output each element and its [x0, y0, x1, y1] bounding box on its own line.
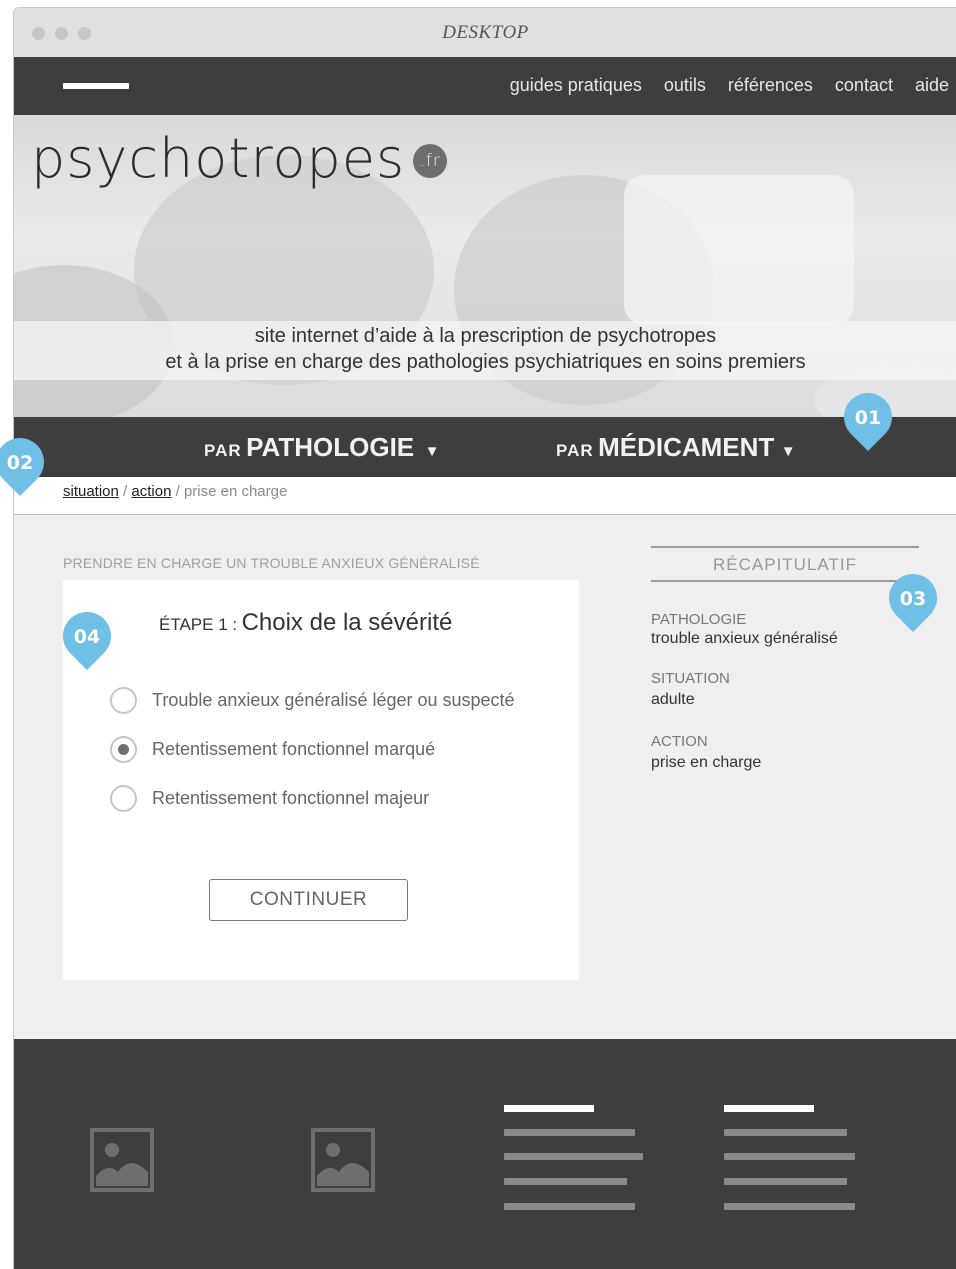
option-label: Trouble anxieux généralisé léger ou susp…: [152, 690, 515, 710]
footer-text-line: [724, 1153, 855, 1160]
recap-title: RÉCAPITULATIF: [713, 555, 857, 574]
footer-text-line: [504, 1129, 635, 1136]
category-prefix: PAR: [204, 441, 242, 460]
category-label: MÉDICAMENT: [598, 432, 775, 462]
footer-column-title: [724, 1105, 814, 1112]
recap-key-action: ACTION: [651, 733, 708, 750]
tagline: site internet d’aide à la prescription d…: [14, 323, 956, 375]
site-logo[interactable]: psychotropes .fr: [31, 127, 448, 190]
footer-text-line: [724, 1178, 847, 1185]
tagline-line-1: site internet d’aide à la prescription d…: [254, 325, 717, 347]
image-placeholder-icon: [90, 1128, 154, 1192]
continue-button[interactable]: CONTINUER: [209, 879, 408, 921]
breadcrumb-action[interactable]: action: [131, 483, 171, 500]
chevron-down-icon: ▼: [780, 443, 796, 460]
radio-button[interactable]: [110, 785, 137, 812]
category-navigation: PAR PATHOLOGIE ▼ PAR MÉDICAMENT ▼: [14, 417, 956, 477]
footer-text-line: [504, 1153, 643, 1160]
footer-text-line: [724, 1129, 847, 1136]
hero-banner: psychotropes .fr site internet d’aide à …: [14, 115, 956, 417]
footer-text-line: [504, 1178, 627, 1185]
section-title: PRENDRE EN CHARGE UN TROUBLE ANXIEUX GÉN…: [63, 555, 480, 571]
nav-link-outils[interactable]: outils: [664, 75, 706, 96]
annotation-label-01: 01: [854, 407, 882, 429]
tagline-line-2: et à la prise en charge des pathologies …: [165, 351, 806, 373]
annotation-label-02: 02: [6, 452, 34, 474]
recap-header: RÉCAPITULATIF: [651, 546, 919, 582]
window-titlebar: DESKTOP: [14, 8, 956, 57]
nav-link-contact[interactable]: contact: [835, 75, 893, 96]
recap-key-pathologie: PATHOLOGIE: [651, 611, 747, 628]
breadcrumb-separator: /: [123, 483, 128, 500]
footer-column-title: [504, 1105, 594, 1112]
annotation-label-04: 04: [73, 626, 101, 648]
radio-button-selected[interactable]: [110, 736, 137, 763]
severity-option-leger[interactable]: Trouble anxieux généralisé léger ou susp…: [110, 687, 515, 714]
severity-option-majeur[interactable]: Retentissement fonctionnel majeur: [110, 785, 429, 812]
category-prefix: PAR: [556, 441, 594, 460]
breadcrumb-current: prise en charge: [183, 483, 288, 500]
recap-value-pathologie: trouble anxieux généralisé: [651, 630, 838, 647]
severity-option-marque[interactable]: Retentissement fonctionnel marqué: [110, 736, 435, 763]
step-label: ÉTAPE 1 :: [159, 615, 238, 634]
browser-window: DESKTOP guides pratiques outils référenc…: [13, 7, 956, 1269]
top-navigation: guides pratiques outils références conta…: [14, 57, 956, 115]
image-placeholder-icon: [311, 1128, 375, 1192]
menu-icon[interactable]: [63, 83, 129, 89]
footer-text-line: [724, 1203, 855, 1210]
breadcrumb: situation / action / prise en charge: [63, 483, 287, 500]
option-label: Retentissement fonctionnel marqué: [152, 739, 436, 759]
option-label: Retentissement fonctionnel majeur: [152, 788, 430, 808]
category-medicament[interactable]: PAR MÉDICAMENT ▼: [556, 432, 796, 463]
category-pathologie[interactable]: PAR PATHOLOGIE ▼: [204, 432, 439, 463]
breadcrumb-situation[interactable]: situation: [63, 483, 119, 500]
nav-link-aide[interactable]: aide: [915, 75, 949, 96]
nav-link-guides[interactable]: guides pratiques: [510, 75, 642, 96]
chevron-down-icon: ▼: [424, 443, 440, 460]
recap-value-action: prise en charge: [651, 754, 762, 771]
step-heading: ÉTAPE 1 : Choix de la sévérité: [159, 609, 452, 637]
breadcrumb-separator: /: [175, 483, 180, 500]
logo-text: psychotropes: [31, 127, 406, 190]
window-title: DESKTOP: [442, 22, 529, 43]
annotation-label-03: 03: [899, 588, 927, 610]
logo-badge: .fr: [413, 144, 448, 178]
recap-key-situation: SITUATION: [651, 670, 730, 687]
nav-links: guides pratiques outils références conta…: [510, 75, 949, 96]
nav-link-references[interactable]: références: [728, 75, 813, 96]
radio-button[interactable]: [110, 687, 137, 714]
step-card: ÉTAPE 1 : Choix de la sévérité Trouble a…: [63, 580, 579, 980]
step-text: Choix de la sévérité: [241, 609, 453, 636]
footer-text-line: [504, 1203, 635, 1210]
category-label: PATHOLOGIE: [246, 432, 415, 462]
hero-label-shape: [624, 175, 854, 325]
recap-value-situation: adulte: [651, 691, 695, 708]
